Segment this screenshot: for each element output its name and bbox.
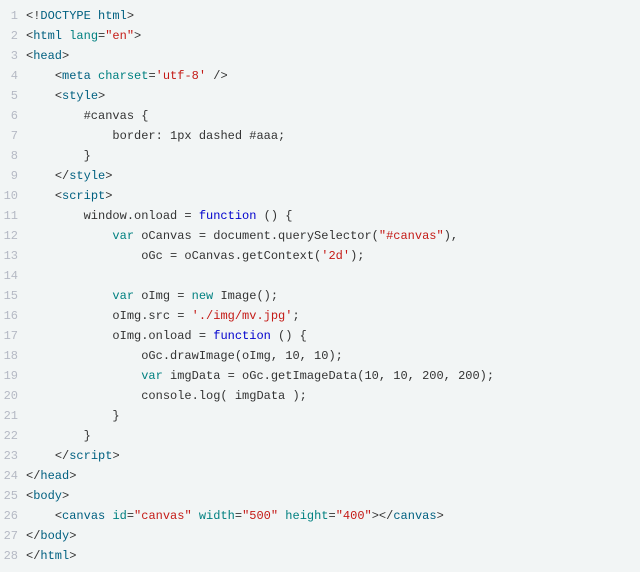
line-number: 20 bbox=[0, 386, 26, 406]
code-line: 2<html lang="en"> bbox=[0, 26, 640, 46]
code-line: 25<body> bbox=[0, 486, 640, 506]
code-content: window.onload = function () { bbox=[26, 206, 640, 226]
code-content: <head> bbox=[26, 46, 640, 66]
code-content: oImg.onload = function () { bbox=[26, 326, 640, 346]
code-content: <!DOCTYPE html> bbox=[26, 6, 640, 26]
line-number: 11 bbox=[0, 206, 26, 226]
code-content: <meta charset='utf-8' /> bbox=[26, 66, 640, 86]
code-line: 9 </style> bbox=[0, 166, 640, 186]
code-content: </head> bbox=[26, 466, 640, 486]
code-line: 19 var imgData = oGc.getImageData(10, 10… bbox=[0, 366, 640, 386]
code-content: } bbox=[26, 426, 640, 446]
code-line: 28</html> bbox=[0, 546, 640, 566]
line-number: 7 bbox=[0, 126, 26, 146]
code-content: oImg.src = './img/mv.jpg'; bbox=[26, 306, 640, 326]
code-line: 6 #canvas { bbox=[0, 106, 640, 126]
code-line: 8 } bbox=[0, 146, 640, 166]
code-content: #canvas { bbox=[26, 106, 640, 126]
line-number: 12 bbox=[0, 226, 26, 246]
code-content bbox=[26, 266, 640, 286]
code-content: } bbox=[26, 406, 640, 426]
line-number: 10 bbox=[0, 186, 26, 206]
code-line: 24</head> bbox=[0, 466, 640, 486]
line-number: 16 bbox=[0, 306, 26, 326]
code-line: 1<!DOCTYPE html> bbox=[0, 6, 640, 26]
code-content: } bbox=[26, 146, 640, 166]
code-line: 27</body> bbox=[0, 526, 640, 546]
code-content: <style> bbox=[26, 86, 640, 106]
code-content: console.log( imgData ); bbox=[26, 386, 640, 406]
line-number: 25 bbox=[0, 486, 26, 506]
code-line: 17 oImg.onload = function () { bbox=[0, 326, 640, 346]
line-number: 9 bbox=[0, 166, 26, 186]
code-content: <body> bbox=[26, 486, 640, 506]
code-line: 14 bbox=[0, 266, 640, 286]
code-line: 22 } bbox=[0, 426, 640, 446]
line-number: 3 bbox=[0, 46, 26, 66]
code-line: 12 var oCanvas = document.querySelector(… bbox=[0, 226, 640, 246]
code-line: 15 var oImg = new Image(); bbox=[0, 286, 640, 306]
code-content: oGc = oCanvas.getContext('2d'); bbox=[26, 246, 640, 266]
line-number: 8 bbox=[0, 146, 26, 166]
line-number: 15 bbox=[0, 286, 26, 306]
line-number: 5 bbox=[0, 86, 26, 106]
code-content: </body> bbox=[26, 526, 640, 546]
code-line: 13 oGc = oCanvas.getContext('2d'); bbox=[0, 246, 640, 266]
code-line: 21 } bbox=[0, 406, 640, 426]
line-number: 19 bbox=[0, 366, 26, 386]
code-line: 5 <style> bbox=[0, 86, 640, 106]
code-content: var oImg = new Image(); bbox=[26, 286, 640, 306]
line-number: 23 bbox=[0, 446, 26, 466]
line-number: 17 bbox=[0, 326, 26, 346]
line-number: 6 bbox=[0, 106, 26, 126]
code-line: 23 </script> bbox=[0, 446, 640, 466]
code-content: <html lang="en"> bbox=[26, 26, 640, 46]
code-block: 1<!DOCTYPE html>2<html lang="en">3<head>… bbox=[0, 0, 640, 572]
code-content: </script> bbox=[26, 446, 640, 466]
code-content: </html> bbox=[26, 546, 640, 566]
line-number: 28 bbox=[0, 546, 26, 566]
line-number: 13 bbox=[0, 246, 26, 266]
code-content: oGc.drawImage(oImg, 10, 10); bbox=[26, 346, 640, 366]
line-number: 1 bbox=[0, 6, 26, 26]
code-content: <script> bbox=[26, 186, 640, 206]
line-number: 26 bbox=[0, 506, 26, 526]
code-content: </style> bbox=[26, 166, 640, 186]
code-line: 3<head> bbox=[0, 46, 640, 66]
line-number: 14 bbox=[0, 266, 26, 286]
line-number: 18 bbox=[0, 346, 26, 366]
code-line: 16 oImg.src = './img/mv.jpg'; bbox=[0, 306, 640, 326]
code-line: 4 <meta charset='utf-8' /> bbox=[0, 66, 640, 86]
line-number: 27 bbox=[0, 526, 26, 546]
code-line: 7 border: 1px dashed #aaa; bbox=[0, 126, 640, 146]
code-line: 20 console.log( imgData ); bbox=[0, 386, 640, 406]
code-content: border: 1px dashed #aaa; bbox=[26, 126, 640, 146]
code-line: 10 <script> bbox=[0, 186, 640, 206]
code-line: 11 window.onload = function () { bbox=[0, 206, 640, 226]
line-number: 24 bbox=[0, 466, 26, 486]
code-line: 26 <canvas id="canvas" width="500" heigh… bbox=[0, 506, 640, 526]
code-content: var imgData = oGc.getImageData(10, 10, 2… bbox=[26, 366, 640, 386]
line-number: 2 bbox=[0, 26, 26, 46]
code-content: var oCanvas = document.querySelector("#c… bbox=[26, 226, 640, 246]
line-number: 4 bbox=[0, 66, 26, 86]
code-line: 18 oGc.drawImage(oImg, 10, 10); bbox=[0, 346, 640, 366]
line-number: 22 bbox=[0, 426, 26, 446]
code-content: <canvas id="canvas" width="500" height="… bbox=[26, 506, 640, 526]
line-number: 21 bbox=[0, 406, 26, 426]
